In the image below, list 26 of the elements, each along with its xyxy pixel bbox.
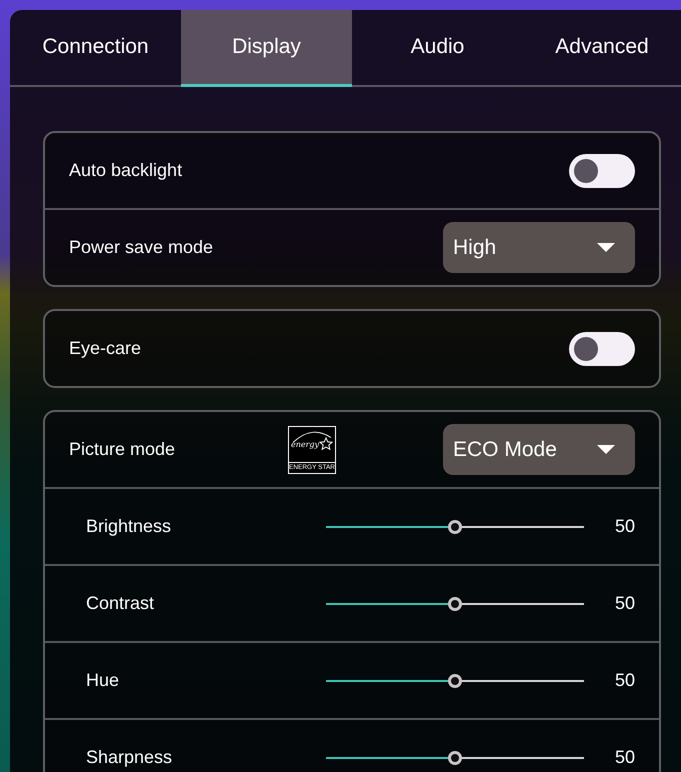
slider-value: 50 xyxy=(614,593,635,614)
slider-thumb[interactable] xyxy=(448,520,462,534)
tab[interactable]: Display xyxy=(181,10,352,87)
caret-icon xyxy=(597,243,615,252)
setting-label: Hue xyxy=(86,670,120,691)
toggle-switch[interactable] xyxy=(569,154,635,188)
tab[interactable]: Advanced xyxy=(523,10,681,87)
toggle-switch[interactable] xyxy=(569,332,635,366)
slider-thumb[interactable] xyxy=(448,750,462,764)
setting-label: Picture mode xyxy=(69,439,176,460)
setting-label: Auto backlight xyxy=(69,160,184,181)
setting-label: Brightness xyxy=(86,516,172,537)
dropdown[interactable]: ECO Mode xyxy=(443,424,635,475)
setting-label: Eye-care xyxy=(69,338,142,359)
tab[interactable]: Audio xyxy=(352,10,523,87)
slider-thumb[interactable] xyxy=(448,674,462,688)
dropdown[interactable]: High xyxy=(443,222,635,273)
slider-value: 50 xyxy=(614,747,635,768)
slider-value: 50 xyxy=(614,516,635,537)
tab[interactable]: Connection xyxy=(10,10,181,87)
caret-icon xyxy=(597,445,615,454)
setting-label: Power save mode xyxy=(69,237,214,258)
slider-value: 50 xyxy=(614,670,635,691)
setting-label: Contrast xyxy=(86,593,156,614)
setting-label: Sharpness xyxy=(86,747,174,768)
slider-thumb[interactable] xyxy=(448,596,462,610)
